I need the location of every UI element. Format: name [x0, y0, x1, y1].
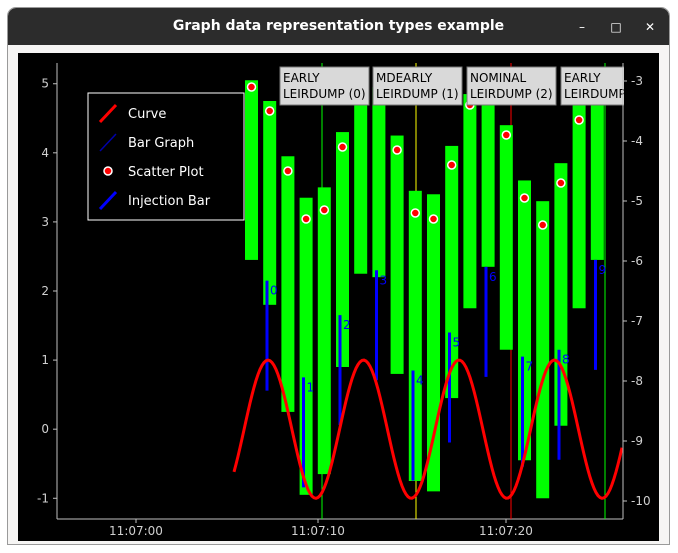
bar: [408, 190, 422, 481]
scatter-point: [301, 214, 311, 224]
chart-svg[interactable]: -1012345-3-4-5-6-7-8-9-1011:07:0011:07:1…: [18, 53, 659, 541]
right-tick-label: -9: [631, 434, 643, 448]
annotation-text: LEIRDUMP (1): [376, 87, 459, 101]
bar: [317, 187, 331, 475]
bar: [554, 163, 568, 426]
maximize-button[interactable]: □: [606, 17, 626, 37]
scatter-point: [446, 160, 457, 170]
injection-bar-label: 9: [599, 263, 607, 277]
left-tick-label: 2: [41, 284, 49, 298]
bar: [390, 135, 404, 374]
right-tick-label: -8: [631, 374, 643, 388]
x-tick-label: 11:07:10: [291, 524, 345, 538]
injection-bar-label: 2: [343, 318, 351, 332]
scatter-point: [410, 208, 421, 218]
scatter-point: [501, 130, 512, 140]
scatter-point: [283, 166, 293, 176]
right-tick-label: -10: [631, 494, 651, 508]
left-tick-label: 5: [41, 77, 49, 91]
annotation-text: EARLY: [283, 71, 320, 85]
left-tick-label: 0: [41, 422, 49, 436]
minimize-button[interactable]: –: [572, 17, 592, 37]
scatter-point: [519, 193, 530, 203]
scatter-point: [392, 145, 402, 155]
injection-bar-label: 6: [489, 270, 497, 284]
annotation-text: LEIRDUMP (2): [470, 87, 553, 101]
x-tick-label: 11:07:00: [109, 524, 163, 538]
scatter-point: [264, 106, 275, 116]
annotation-label: MDEARLY LEIRDUMP (1): [372, 66, 463, 106]
bar: [263, 101, 277, 305]
annotation-text: EARLY: [564, 71, 601, 85]
bar: [481, 80, 495, 267]
window-title: Graph data representation types example: [172, 18, 505, 34]
injection-bar-label: 7: [526, 360, 534, 374]
bar: [536, 201, 550, 499]
right-tick-label: -4: [631, 134, 643, 148]
bar: [372, 87, 386, 278]
injection-bar-label: 1: [307, 380, 315, 394]
close-button[interactable]: ✕: [640, 17, 660, 37]
bar: [572, 104, 586, 309]
scatter-point: [556, 178, 566, 188]
bar: [499, 125, 513, 350]
title-bar[interactable]: Graph data representation types example …: [8, 8, 669, 45]
injection-bar-label: 4: [416, 373, 424, 387]
annotation-text: NOMINAL: [470, 71, 527, 85]
annotation-text: LEIRDUMP (0): [283, 87, 366, 101]
annotation-text: MDEARLY: [376, 71, 433, 85]
legend-label: Injection Bar: [128, 194, 211, 209]
injection-bar-label: 3: [380, 273, 388, 287]
bar: [299, 197, 313, 495]
scatter-point: [319, 205, 330, 215]
legend-scatter-icon: [103, 166, 113, 176]
left-tick-label: 1: [41, 353, 49, 367]
scatter-point: [246, 82, 257, 92]
bar: [245, 80, 258, 260]
annotation-label: NOMINAL LEIRDUMP (2): [466, 66, 557, 106]
left-tick-label: -1: [37, 491, 49, 505]
app-window: Graph data representation types example …: [8, 8, 669, 544]
bar: [518, 180, 531, 461]
injection-bar-label: 5: [453, 335, 461, 349]
injection-bar-label: 8: [562, 353, 570, 367]
right-tick-label-overlay: -3: [631, 74, 643, 88]
scatter-point: [574, 115, 584, 125]
injection-bar-label: 0: [270, 284, 278, 298]
right-tick-label: -6: [631, 254, 643, 268]
bar: [590, 83, 604, 260]
bar: [463, 94, 477, 309]
legend-label: Bar Graph: [128, 136, 194, 151]
left-tick-label: 3: [41, 215, 49, 229]
x-tick-label: 11:07:20: [479, 524, 533, 538]
scatter-point: [537, 220, 548, 230]
bar: [427, 194, 440, 492]
left-tick-label: 4: [41, 146, 49, 160]
legend-label: Scatter Plot: [128, 165, 204, 180]
legend: Curve Bar Graph Scatter Plot Injection Bar: [87, 92, 245, 221]
scatter-point: [337, 142, 348, 152]
bar: [354, 90, 368, 274]
right-tick-label: -5: [631, 194, 643, 208]
scatter-point: [428, 214, 439, 224]
right-tick-label: -7: [631, 314, 643, 328]
legend-label: Curve: [128, 107, 166, 122]
plot-area[interactable]: -1012345-3-4-5-6-7-8-9-1011:07:0011:07:1…: [18, 53, 659, 541]
bar: [281, 156, 295, 412]
annotation-label: EARLY LEIRDUMP (0): [279, 66, 370, 106]
